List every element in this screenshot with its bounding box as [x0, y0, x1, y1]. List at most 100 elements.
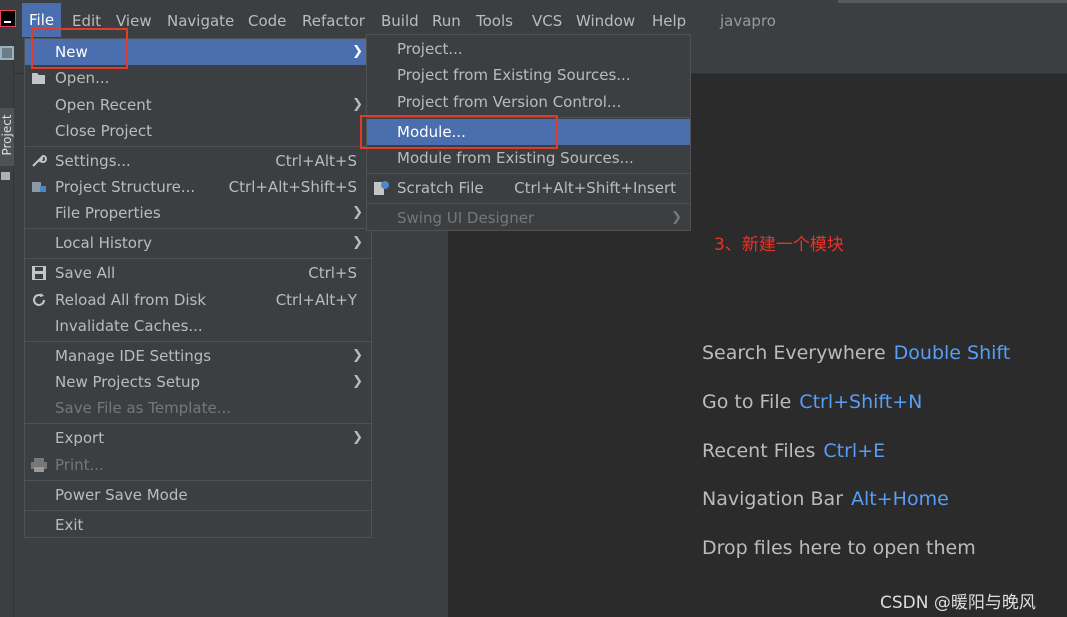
hint-text: Go to File: [702, 391, 792, 413]
hint-shortcut: Double Shift: [893, 342, 1011, 364]
menu-item-project-structure[interactable]: Project Structure... Ctrl+Alt+Shift+S: [25, 174, 371, 200]
submenu-item-project-vcs[interactable]: Project from Version Control...: [367, 89, 690, 115]
menu-tools[interactable]: Tools: [476, 8, 513, 34]
menu-item-label: Project from Existing Sources...: [397, 66, 631, 84]
menu-item-label: Manage IDE Settings: [55, 347, 212, 365]
hint-shortcut: Ctrl+Shift+N: [799, 391, 923, 413]
menu-item-shortcut: Ctrl+Alt+S: [275, 152, 357, 170]
folder-open-icon: [32, 73, 45, 84]
highlight-box-new: [31, 28, 128, 69]
project-title: javapro: [720, 12, 776, 30]
menu-item-label: Swing UI Designer: [397, 209, 535, 227]
submenu-arrow-icon: ❯: [352, 348, 363, 363]
menu-vcs[interactable]: VCS: [532, 8, 562, 34]
menu-item-label: Close Project: [55, 122, 152, 140]
file-menu: New ❯ Open... Open Recent ❯ Close Projec…: [24, 38, 372, 538]
submenu-arrow-icon: ❯: [671, 210, 682, 225]
menu-item-label: Settings...: [55, 152, 131, 170]
title-band: [838, 0, 1067, 3]
refresh-icon: [33, 293, 45, 306]
watermark: CSDN @暖阳与晚风: [880, 593, 1036, 613]
menu-item-power-save-mode[interactable]: Power Save Mode: [25, 482, 371, 508]
menu-item-save-as-template: Save File as Template...: [25, 395, 371, 421]
menu-navigate[interactable]: Navigate: [167, 8, 234, 34]
wrench-icon: [32, 154, 47, 167]
menu-item-open-recent[interactable]: Open Recent ❯: [25, 92, 371, 118]
hint-shortcut: Alt+Home: [851, 488, 949, 510]
tool-window-icon[interactable]: [0, 46, 14, 60]
menu-item-label: Power Save Mode: [55, 486, 188, 504]
annotation-text: 3、新建一个模块: [714, 235, 844, 255]
hint-text: Recent Files: [702, 440, 816, 462]
menu-item-shortcut: Ctrl+Alt+Shift+Insert: [514, 179, 676, 197]
menu-item-label: Project from Version Control...: [397, 93, 622, 111]
menu-item-save-all[interactable]: Save All Ctrl+S: [25, 260, 371, 286]
menu-code[interactable]: Code: [248, 8, 286, 34]
submenu-arrow-icon: ❯: [352, 374, 363, 389]
menu-item-label: Project Structure...: [55, 178, 196, 196]
menu-separator: [25, 258, 371, 259]
menu-item-exit[interactable]: Exit: [25, 512, 371, 538]
save-icon: [32, 266, 46, 280]
hint-drop-files: Drop files here to open them: [702, 537, 976, 559]
menu-item-label: Open Recent: [55, 96, 152, 114]
scratch-file-icon: [374, 181, 389, 195]
submenu-item-project[interactable]: Project...: [367, 36, 690, 62]
menu-help[interactable]: Help: [652, 8, 686, 34]
menu-item-label: Reload All from Disk: [55, 291, 207, 309]
menu-item-label: New Projects Setup: [55, 373, 201, 391]
menu-item-close-project[interactable]: Close Project: [25, 118, 371, 144]
submenu-item-scratch-file[interactable]: Scratch File Ctrl+Alt+Shift+Insert: [367, 175, 690, 201]
menu-separator: [367, 203, 690, 204]
menu-build[interactable]: Build: [381, 8, 419, 34]
menu-separator: [25, 228, 371, 229]
intellij-logo-icon: [0, 10, 16, 27]
menu-separator: [25, 341, 371, 342]
menu-item-label: Print...: [55, 456, 104, 474]
menu-item-shortcut: Ctrl+Alt+Y: [275, 291, 357, 309]
menu-run[interactable]: Run: [432, 8, 461, 34]
project-tab-label: Project: [0, 114, 14, 156]
menu-item-manage-ide-settings[interactable]: Manage IDE Settings ❯: [25, 343, 371, 369]
menu-item-file-properties[interactable]: File Properties ❯: [25, 200, 371, 226]
menu-item-label: Project...: [397, 40, 463, 58]
menu-item-print: Print...: [25, 452, 371, 478]
submenu-arrow-icon: ❯: [352, 235, 363, 250]
menu-item-label: Export: [55, 429, 105, 447]
hint-go-to-file: Go to File Ctrl+Shift+N: [702, 391, 922, 413]
hint-text: Drop files here to open them: [702, 537, 976, 559]
folder-icon: [1, 172, 10, 180]
menu-item-shortcut: Ctrl+Alt+Shift+S: [228, 178, 357, 196]
menu-item-label: Local History: [55, 234, 153, 252]
menu-bar: File Edit View Navigate Code Refactor Bu…: [0, 0, 1067, 38]
menu-item-label: Save All: [55, 264, 116, 282]
menu-window[interactable]: Window: [576, 8, 635, 34]
menu-item-reload-all[interactable]: Reload All from Disk Ctrl+Alt+Y: [25, 287, 371, 313]
hint-search-everywhere: Search Everywhere Double Shift: [702, 342, 1010, 364]
project-tool-tab[interactable]: Project: [0, 108, 14, 166]
menu-separator: [25, 146, 371, 147]
submenu-item-project-existing-sources[interactable]: Project from Existing Sources...: [367, 62, 690, 88]
submenu-item-swing-ui-designer: Swing UI Designer ❯: [367, 205, 690, 231]
menu-separator: [367, 173, 690, 174]
menu-item-invalidate-caches[interactable]: Invalidate Caches...: [25, 313, 371, 339]
menu-item-label: Exit: [55, 516, 84, 534]
menu-separator: [25, 480, 371, 481]
project-structure-icon: [32, 182, 46, 192]
hint-shortcut: Ctrl+E: [823, 440, 886, 462]
menu-item-label: Scratch File: [397, 179, 484, 197]
hint-recent-files: Recent Files Ctrl+E: [702, 440, 885, 462]
menu-item-local-history[interactable]: Local History ❯: [25, 230, 371, 256]
menu-item-new-projects-setup[interactable]: New Projects Setup ❯: [25, 369, 371, 395]
menu-separator: [25, 423, 371, 424]
menu-item-label: File Properties: [55, 204, 161, 222]
menu-refactor[interactable]: Refactor: [302, 8, 365, 34]
menu-separator: [25, 510, 371, 511]
submenu-arrow-icon: ❯: [352, 44, 363, 59]
hint-text: Search Everywhere: [702, 342, 886, 364]
menu-item-export[interactable]: Export ❯: [25, 425, 371, 451]
printer-icon: [31, 458, 47, 472]
menu-item-settings[interactable]: Settings... Ctrl+Alt+S: [25, 148, 371, 174]
hint-navigation-bar: Navigation Bar Alt+Home: [702, 488, 949, 510]
menu-item-label: Save File as Template...: [55, 399, 231, 417]
